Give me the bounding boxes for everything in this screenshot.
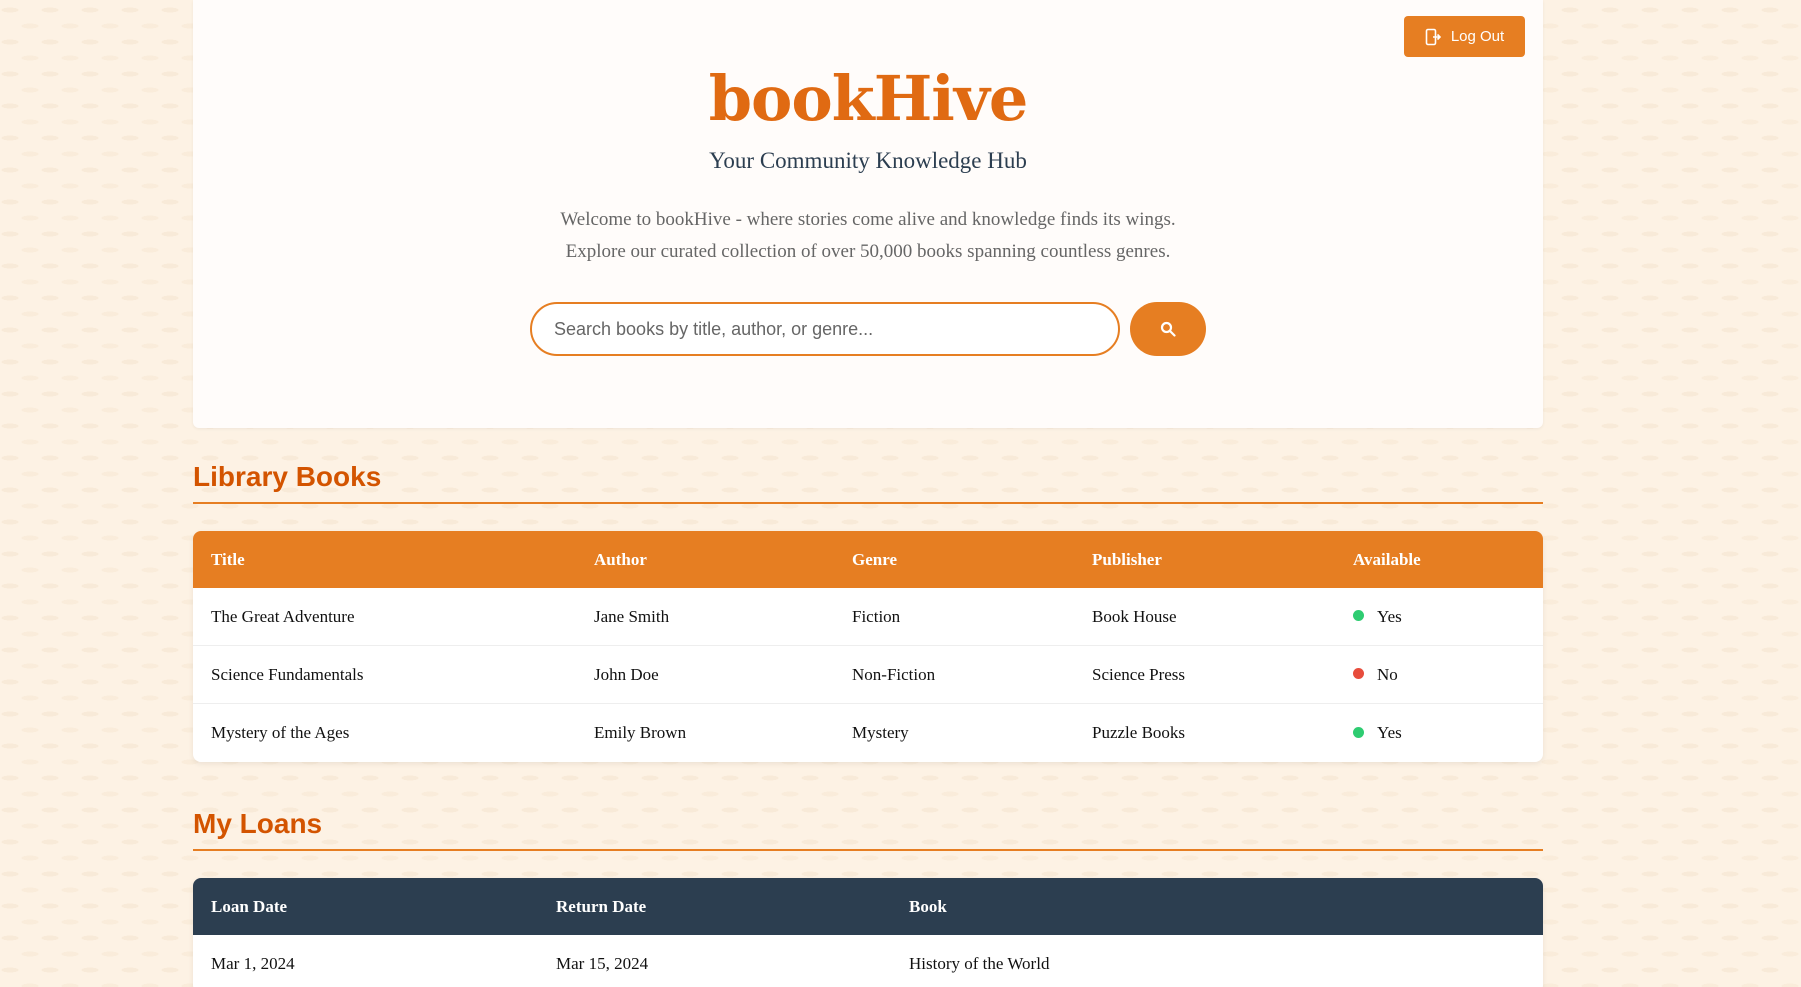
search-icon (1160, 321, 1176, 337)
book-publisher: Book House (1074, 588, 1335, 646)
logout-icon (1425, 28, 1441, 45)
book-title: Science Fundamentals (193, 646, 576, 704)
book-genre: Fiction (834, 588, 1074, 646)
book-genre: Non-Fiction (834, 646, 1074, 704)
table-header-row: Title Author Genre Publisher Available (193, 531, 1543, 588)
book-author: Emily Brown (594, 723, 687, 742)
table-row[interactable]: Mystery of the Ages Emily Brown Mystery … (193, 704, 1543, 762)
loan-date: Mar 1, 2024 (211, 954, 295, 973)
status-dot (1353, 726, 1364, 738)
status-dot (1353, 668, 1364, 680)
availability-label: Yes (1377, 723, 1402, 742)
page-container: Log Out bookHive Your Community Knowledg… (193, 0, 1543, 987)
search-input[interactable] (530, 302, 1120, 356)
book-genre: Mystery (852, 723, 909, 742)
availability-label: No (1377, 664, 1398, 684)
library-books-heading: Library Books (193, 461, 1543, 504)
my-loans-heading: My Loans (193, 808, 1543, 851)
book-author: John Doe (576, 646, 834, 704)
column-header-book[interactable]: Book (891, 878, 1543, 935)
table-row[interactable]: The Great Adventure Jane Smith Fiction B… (193, 588, 1543, 646)
book-publisher: Science Press (1074, 646, 1335, 704)
hero-header: Log Out bookHive Your Community Knowledg… (193, 0, 1543, 428)
column-header-return-date[interactable]: Return Date (538, 878, 891, 935)
column-header-loan-date[interactable]: Loan Date (193, 878, 538, 935)
library-books-table: Title Author Genre Publisher Available T… (193, 531, 1543, 762)
logout-label: Log Out (1450, 28, 1505, 45)
column-header-publisher[interactable]: Publisher (1074, 531, 1335, 588)
status-dot (1353, 610, 1364, 622)
intro-text: Welcome to bookHive - where stories come… (193, 204, 1543, 268)
table-row[interactable]: Science Fundamentals John Doe Non-Fictio… (193, 646, 1543, 704)
my-loans-table: Loan Date Return Date Book Mar 1, 2024 M… (193, 878, 1543, 987)
column-header-available[interactable]: Available (1335, 531, 1543, 588)
tagline: Your Community Knowledge Hub (709, 148, 1027, 173)
intro-line-1: Welcome to bookHive - where stories come… (560, 209, 1176, 230)
book-available: Yes (1335, 588, 1543, 646)
book-author: Jane Smith (576, 588, 834, 646)
book-publisher: Puzzle Books (1092, 723, 1186, 742)
availability-label: Yes (1377, 606, 1402, 626)
intro-line-2: Explore our curated collection of over 5… (565, 241, 1171, 262)
table-header-row: Loan Date Return Date Book (193, 878, 1543, 935)
search-button[interactable] (1130, 302, 1206, 356)
loan-book: History of the World (909, 954, 1050, 973)
column-header-title[interactable]: Title (193, 531, 576, 588)
column-header-genre[interactable]: Genre (834, 531, 1074, 588)
book-available: No (1335, 646, 1543, 704)
return-date: Mar 15, 2024 (556, 954, 649, 973)
book-available: Yes (1335, 704, 1543, 762)
search-bar (530, 302, 1206, 356)
book-title: The Great Adventure (193, 588, 576, 646)
brand-title: bookHive (708, 62, 1029, 135)
column-header-author[interactable]: Author (576, 531, 834, 588)
logout-button[interactable]: Log Out (1404, 16, 1525, 57)
book-title: Mystery of the Ages (211, 723, 350, 742)
table-row[interactable]: Mar 1, 2024 Mar 15, 2024 History of the … (193, 935, 1543, 987)
